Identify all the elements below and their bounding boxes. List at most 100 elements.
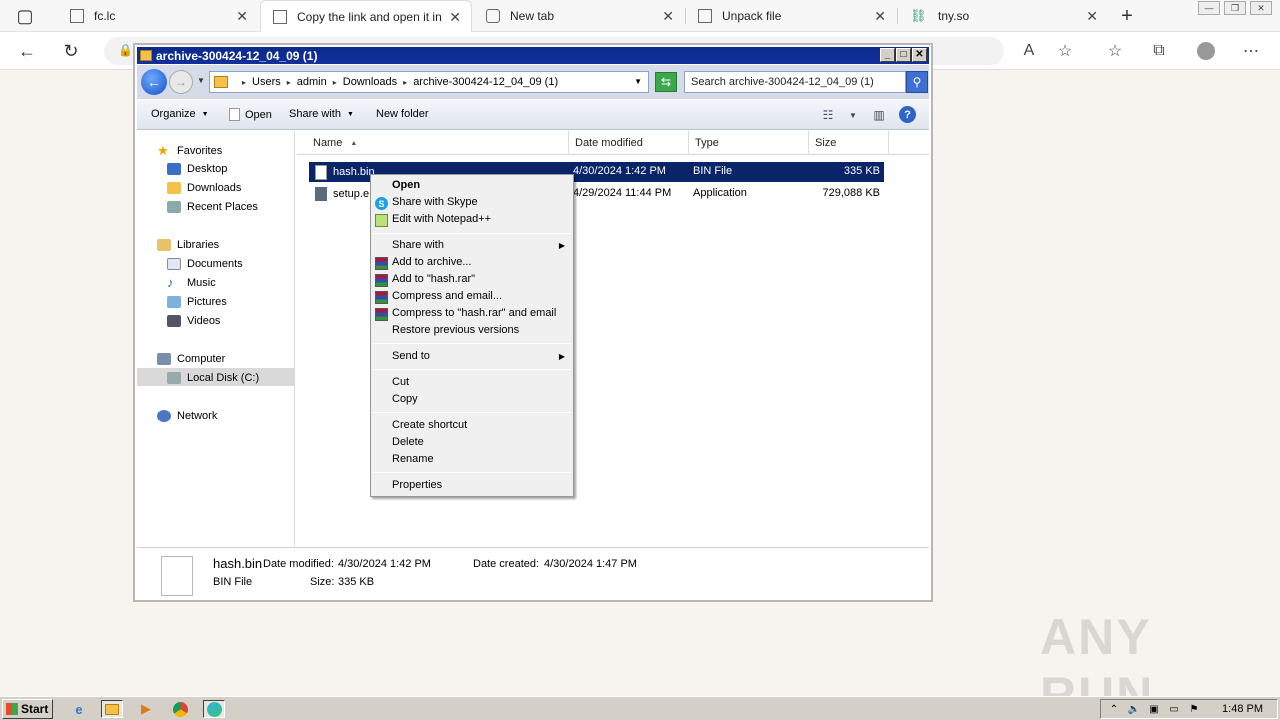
- profile-avatar[interactable]: [1195, 40, 1217, 62]
- read-aloud-icon[interactable]: A: [1018, 40, 1040, 62]
- menu-item-compress-email[interactable]: Compress and email...: [392, 290, 502, 302]
- search-icon[interactable]: ⚲: [906, 71, 928, 93]
- restore-button[interactable]: ❐: [1224, 1, 1246, 15]
- menu-item-restore-versions[interactable]: Restore previous versions: [392, 324, 519, 336]
- menu-item-add-rar[interactable]: Add to "hash.rar": [392, 273, 475, 285]
- media-player-icon[interactable]: ▶: [135, 700, 157, 718]
- nav-libraries[interactable]: Libraries: [157, 239, 219, 251]
- organize-button[interactable]: Organize ▼: [151, 108, 209, 120]
- menu-item-cut[interactable]: Cut: [392, 376, 409, 388]
- tab-tny-so[interactable]: ⛓ tny.so ✕: [898, 0, 1108, 32]
- chevron-right-icon[interactable]: ▸: [287, 78, 291, 87]
- explorer-titlebar[interactable]: archive-300424-12_04_09 (1) _ □ ✕: [137, 47, 929, 64]
- nav-label: Network: [177, 410, 218, 422]
- new-tab-button[interactable]: +: [1116, 5, 1138, 27]
- menu-item-rename[interactable]: Rename: [392, 453, 434, 465]
- menu-separator: [373, 343, 571, 344]
- history-dropdown-icon[interactable]: ▼: [197, 76, 205, 85]
- network-tray-icon[interactable]: ▣: [1147, 702, 1161, 716]
- volume-icon[interactable]: 🔈: [1127, 702, 1141, 716]
- menu-item-share-with[interactable]: Share with: [392, 239, 572, 251]
- menu-label: Send to: [392, 350, 430, 362]
- videos-icon: [167, 315, 181, 327]
- display-icon[interactable]: ▭: [1167, 702, 1181, 716]
- breadcrumb-item[interactable]: Users: [252, 76, 281, 88]
- menu-item-properties[interactable]: Properties: [392, 479, 442, 491]
- close-icon[interactable]: ✕: [449, 9, 461, 26]
- new-folder-button[interactable]: New folder: [376, 108, 429, 120]
- back-button[interactable]: ←: [16, 40, 38, 62]
- chrome-icon[interactable]: [169, 700, 191, 718]
- flag-icon[interactable]: ⚑: [1187, 702, 1201, 716]
- chevron-right-icon[interactable]: ▸: [333, 78, 337, 87]
- menu-item-copy[interactable]: Copy: [392, 393, 418, 405]
- forward-arrow-icon[interactable]: →: [169, 70, 193, 94]
- nav-item-music[interactable]: ♪ Music: [167, 276, 216, 289]
- menu-item-share-skype[interactable]: Share with Skype: [392, 196, 478, 208]
- close-icon[interactable]: ✕: [662, 8, 674, 25]
- menu-item-compress-rar-email[interactable]: Compress to "hash.rar" and email: [392, 307, 556, 319]
- menu-item-send-to[interactable]: Send to: [392, 350, 430, 362]
- tab-copy-link[interactable]: Copy the link and open it in ✕: [260, 0, 472, 32]
- tab-unpack-file[interactable]: Unpack file ✕: [686, 0, 896, 32]
- close-icon[interactable]: ✕: [236, 8, 248, 25]
- preview-pane-icon[interactable]: ▥: [869, 106, 889, 124]
- nav-item-local-disk[interactable]: Local Disk (C:): [167, 372, 259, 384]
- minimize-button[interactable]: _: [880, 48, 895, 62]
- nav-item-downloads[interactable]: Downloads: [167, 182, 241, 194]
- start-button[interactable]: Start: [2, 699, 53, 719]
- chevron-right-icon[interactable]: ▸: [242, 78, 246, 87]
- breadcrumb-item[interactable]: Downloads: [343, 76, 397, 88]
- menu-item-add-archive[interactable]: Add to archive...: [392, 256, 472, 268]
- menu-item-edit-notepad[interactable]: Edit with Notepad++: [392, 213, 491, 225]
- help-icon[interactable]: ?: [899, 106, 916, 123]
- breadcrumb-item[interactable]: admin: [297, 76, 327, 88]
- internet-explorer-icon[interactable]: e: [68, 700, 90, 718]
- close-icon[interactable]: ✕: [1086, 8, 1098, 25]
- favorites-icon[interactable]: ☆: [1104, 40, 1126, 62]
- more-menu-icon[interactable]: ⋯: [1240, 40, 1262, 62]
- column-header-date[interactable]: Date modified: [569, 131, 689, 155]
- nav-network[interactable]: Network: [157, 410, 217, 422]
- menu-item-open[interactable]: Open: [392, 179, 420, 191]
- tab-actions-icon[interactable]: ▢: [14, 5, 36, 27]
- tab-fc-lc[interactable]: fc.lc ✕: [58, 0, 258, 32]
- minimize-button[interactable]: —: [1198, 1, 1220, 15]
- reload-button[interactable]: ↻: [60, 40, 82, 62]
- chevron-down-icon[interactable]: ▼: [843, 106, 863, 124]
- column-header-name[interactable]: Name ▲: [307, 131, 569, 155]
- clock[interactable]: 1:48 PM: [1222, 703, 1263, 715]
- nav-item-recent-places[interactable]: Recent Places: [167, 201, 258, 213]
- search-input[interactable]: Search archive-300424-12_04_09 (1): [684, 71, 906, 93]
- menu-item-delete[interactable]: Delete: [392, 436, 424, 448]
- view-options-icon[interactable]: ☷: [818, 106, 838, 124]
- open-button[interactable]: Open: [229, 108, 272, 121]
- nav-item-desktop[interactable]: Desktop: [167, 163, 227, 175]
- collections-icon[interactable]: ⧉: [1148, 40, 1170, 62]
- edge-icon[interactable]: [203, 700, 225, 718]
- nav-favorites[interactable]: ★ Favorites: [157, 144, 222, 158]
- breadcrumb-item[interactable]: archive-300424-12_04_09 (1): [413, 76, 558, 88]
- explorer-taskbar-icon[interactable]: [101, 700, 123, 718]
- refresh-icon[interactable]: ⇆: [655, 72, 677, 92]
- chevron-down-icon[interactable]: ▼: [634, 77, 642, 86]
- maximize-button[interactable]: □: [896, 48, 911, 62]
- nav-item-pictures[interactable]: Pictures: [167, 296, 227, 308]
- close-button[interactable]: ✕: [912, 48, 927, 62]
- chevron-right-icon[interactable]: ▸: [403, 78, 407, 87]
- close-window-button[interactable]: ✕: [1250, 1, 1272, 15]
- column-header-type[interactable]: Type: [689, 131, 809, 155]
- nav-item-documents[interactable]: Documents: [167, 258, 243, 270]
- nav-item-videos[interactable]: Videos: [167, 315, 220, 327]
- nav-computer[interactable]: Computer: [157, 353, 225, 365]
- share-with-button[interactable]: Share with ▼: [289, 108, 354, 120]
- menu-item-create-shortcut[interactable]: Create shortcut: [392, 419, 467, 431]
- breadcrumb[interactable]: ▸ Users ▸ admin ▸ Downloads ▸ archive-30…: [209, 71, 649, 93]
- add-favorite-icon[interactable]: ☆: [1054, 40, 1076, 62]
- column-header-size[interactable]: Size: [809, 131, 889, 155]
- chevron-up-icon[interactable]: ⌃: [1107, 702, 1121, 716]
- close-icon[interactable]: ✕: [874, 8, 886, 25]
- file-icon: [161, 556, 193, 596]
- back-arrow-icon[interactable]: ←: [141, 69, 167, 95]
- tab-new-tab[interactable]: New tab ✕: [474, 0, 684, 32]
